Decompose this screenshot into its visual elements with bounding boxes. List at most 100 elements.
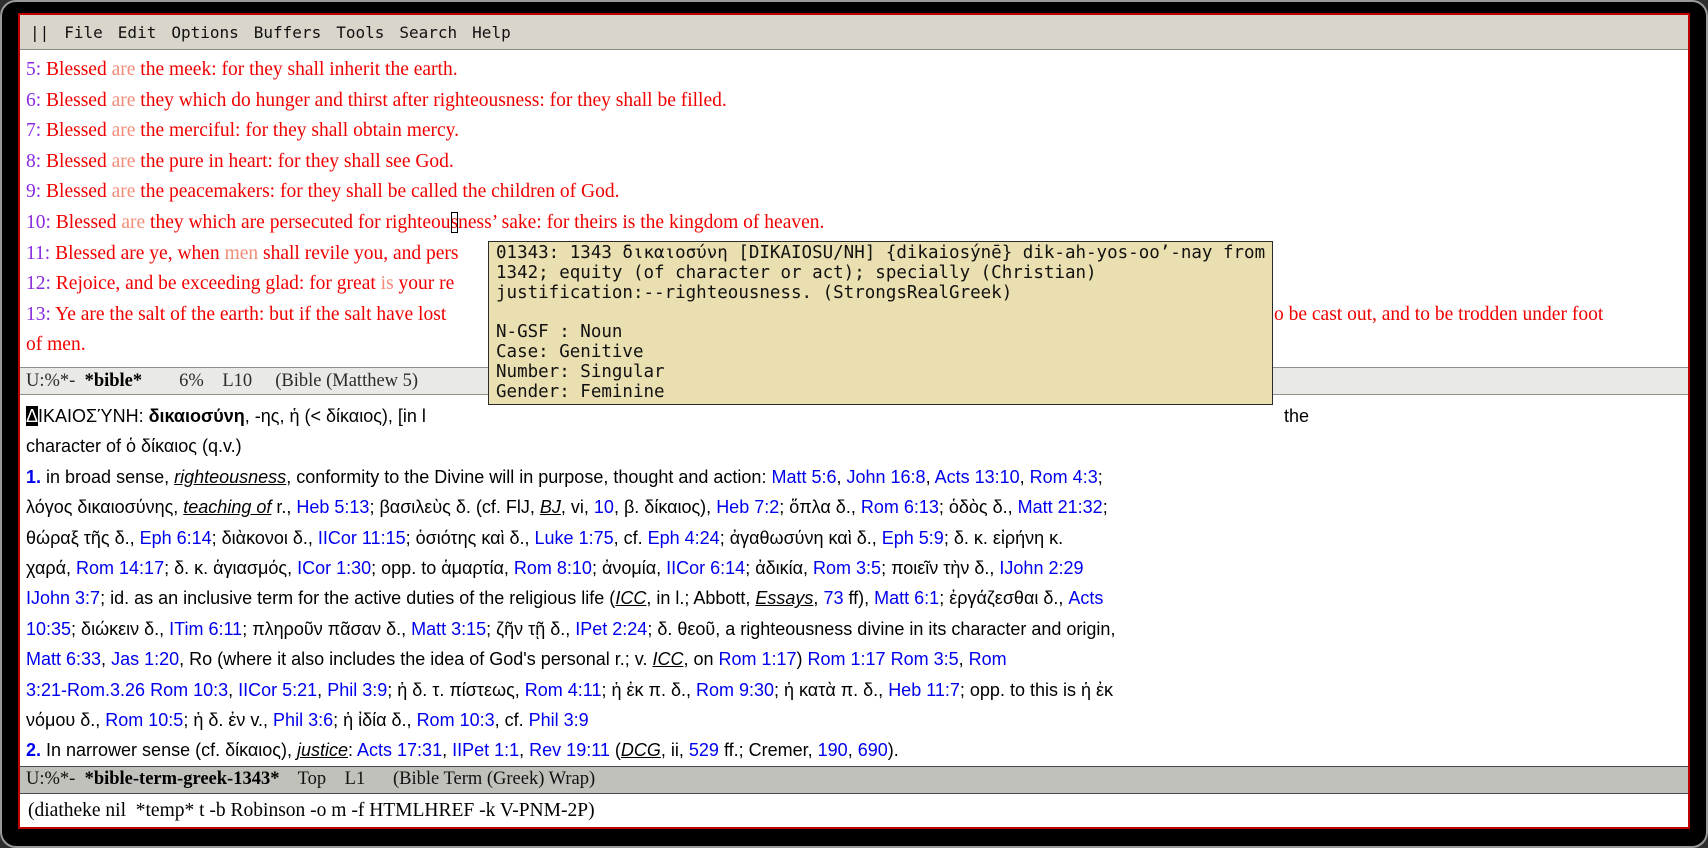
bible-ref-link[interactable]: Luke 1:75 — [535, 528, 614, 548]
bible-ref-link[interactable]: IJohn 3:7 — [26, 588, 100, 608]
text-segment: Top L1 (Bible Term (Greek) Wrap) — [279, 769, 595, 789]
bible-ref-link[interactable]: Rom 1:17 — [718, 649, 796, 669]
bible-ref-link[interactable]: 3:21-Rom.3.26 Rom 10:3 — [26, 680, 228, 700]
text-segment: shall revile you, and pers — [258, 243, 458, 264]
bible-ref-link[interactable]: IICor 6:14 — [666, 558, 745, 578]
greek-lexicon-buffer[interactable]: ΔΙΚΑΙΟΣΎΝΗ: δικαιοσύνη, -ης, ἡ (< δίκαιο… — [20, 395, 1688, 766]
bible-ref-link[interactable]: 73 — [823, 588, 843, 608]
text-segment: 2. — [26, 740, 41, 760]
lexicon-line: 10:35; διώκειν δ., ITim 6:11; πληροῦν πᾶ… — [26, 614, 1688, 644]
text-segment: ; ὁσιότης καὶ δ., — [406, 528, 535, 548]
lexicon-line: λόγος δικαιοσύνης, teaching of r., Heb 5… — [26, 492, 1688, 522]
text-segment: teaching of — [183, 497, 271, 517]
text-segment: 12: — [26, 273, 51, 294]
text-segment: Essays — [755, 588, 813, 608]
text-segment: the — [1284, 401, 1309, 431]
mode-line-text: U:%*- *bible* 6% L10 (Bible (Matthew 5) — [26, 371, 423, 392]
bible-ref-link[interactable]: Rom 6:13 — [861, 497, 939, 517]
text-segment: is — [381, 273, 394, 294]
text-segment: ( — [610, 740, 621, 760]
bible-ref-link[interactable]: Rom 14:17 — [76, 558, 164, 578]
bible-ref-link[interactable]: Rom 3:5 — [813, 558, 881, 578]
text-segment: ; id. as an inclusive term for the activ… — [100, 588, 615, 608]
bible-ref-link[interactable]: Acts 17:31 — [357, 740, 442, 760]
menu-item-file[interactable]: File — [64, 23, 103, 42]
bible-ref-link[interactable]: Heb 7:2 — [716, 497, 779, 517]
text-segment: ness’ sake: for theirs is the kingdom of… — [458, 212, 824, 233]
bible-ref-link[interactable]: 190 — [818, 740, 848, 760]
bible-ref-link[interactable]: Rom 8:10 — [514, 558, 592, 578]
bible-ref-link[interactable]: Rom 4:3 — [1030, 467, 1098, 487]
bible-ref-link[interactable]: Heb 11:7 — [888, 680, 960, 700]
text-segment: are — [112, 59, 136, 80]
text-segment: , on — [683, 649, 718, 669]
menu-item-buffers[interactable]: Buffers — [254, 23, 321, 42]
lexicon-line: ΔΙΚΑΙΟΣΎΝΗ: δικαιοσύνη, -ης, ἡ (< δίκαιο… — [26, 401, 1688, 431]
bible-ref-link[interactable]: Matt 21:32 — [1018, 497, 1103, 517]
text-segment: , cf. — [495, 710, 529, 730]
bible-ref-link[interactable]: Matt 6:1 — [874, 588, 939, 608]
bible-ref-link[interactable]: ICor 1:30 — [297, 558, 371, 578]
text-segment: 5: — [26, 59, 41, 80]
bible-ref-link[interactable]: Rev 19:11 — [529, 740, 610, 760]
bible-ref-link[interactable]: 10:35 — [26, 619, 71, 639]
bible-ref-link[interactable]: Acts — [1068, 588, 1103, 608]
lexicon-line: character of ὁ δίκαιος (q.v.) — [26, 431, 1688, 461]
bible-ref-link[interactable]: Rom 10:5 — [105, 710, 183, 730]
bible-ref-link[interactable]: Heb 5:13 — [296, 497, 369, 517]
bible-ref-link[interactable]: 529 — [689, 740, 719, 760]
bible-ref-link[interactable]: ITim 6:11 — [169, 619, 242, 639]
text-segment: are — [112, 90, 136, 111]
bible-ref-link[interactable]: Phil 3:6 — [273, 710, 333, 730]
bible-ref-link[interactable]: Jas 1:20 — [111, 649, 179, 669]
bible-ref-link[interactable]: Phil 3:9 — [327, 680, 387, 700]
bible-verse-line: 5: Blessed are the meek: for they shall … — [26, 55, 1688, 86]
text-segment: 1. — [26, 467, 41, 487]
menu-item-search[interactable]: Search — [399, 23, 457, 42]
minibuffer[interactable]: (diatheke nil *temp* t -b Robinson -o m … — [20, 794, 1688, 828]
text-segment: ; opp. to ἁμαρτία, — [371, 558, 514, 578]
tooltip-line: 01343: 1343 δικαιοσύνη [DIKAIOSU/NH] {di… — [496, 244, 1265, 264]
menu-item-help[interactable]: Help — [472, 23, 511, 42]
text-segment: are — [112, 181, 136, 202]
text-segment: your re — [394, 273, 455, 294]
text-segment: , ii, — [661, 740, 689, 760]
bible-ref-link[interactable]: Matt 5:6 — [771, 467, 836, 487]
bible-ref-link[interactable]: Acts 13:10 — [935, 467, 1020, 487]
text-segment: , Ro (where it also includes the idea of… — [179, 649, 652, 669]
bible-ref-link[interactable]: 10 — [594, 497, 614, 517]
bible-ref-link[interactable]: 690 — [858, 740, 888, 760]
bible-ref-link[interactable]: Rom 10:3 — [417, 710, 495, 730]
text-segment: are — [112, 120, 136, 141]
text-segment: 8: — [26, 151, 41, 172]
menu-item-edit[interactable]: Edit — [118, 23, 157, 42]
text-segment: λόγος δικαιοσύνης, — [26, 497, 183, 517]
bible-ref-link[interactable]: IIPet 1:1 — [452, 740, 519, 760]
bible-ref-link[interactable]: Rom 1:17 Rom 3:5 — [808, 649, 959, 669]
bible-ref-link[interactable]: John 16:8 — [847, 467, 926, 487]
text-segment: 10: — [26, 212, 51, 233]
bible-ref-link[interactable]: Phil 3:9 — [529, 710, 589, 730]
bible-ref-link[interactable]: Rom — [969, 649, 1007, 669]
text-segment: justice — [297, 740, 348, 760]
text-segment: νόμου δ., — [26, 710, 105, 730]
bible-ref-link[interactable]: Eph 4:24 — [648, 528, 720, 548]
menu-item-tools[interactable]: Tools — [336, 23, 384, 42]
bible-ref-link[interactable]: Eph 5:9 — [882, 528, 944, 548]
text-segment: 6: — [26, 90, 41, 111]
bible-ref-link[interactable]: IICor 5:21 — [238, 680, 317, 700]
text-segment: they which do hunger and thirst after ri… — [135, 90, 726, 111]
bible-ref-link[interactable]: Rom 9:30 — [696, 680, 774, 700]
bible-ref-link[interactable]: IPet 2:24 — [575, 619, 647, 639]
text-segment: 13: — [26, 304, 51, 325]
text-segment: ICC — [652, 649, 683, 669]
bible-ref-link[interactable]: Matt 6:33 — [26, 649, 101, 669]
menu-item-options[interactable]: Options — [171, 23, 238, 42]
bible-ref-link[interactable]: IICor 11:15 — [318, 528, 406, 548]
bible-ref-link[interactable]: Rom 4:11 — [525, 680, 602, 700]
bible-ref-link[interactable]: Eph 6:14 — [140, 528, 212, 548]
text-segment: Blessed are ye, when — [50, 243, 224, 264]
tooltip-line: justification:--righteousness. (StrongsR… — [496, 284, 1265, 304]
bible-ref-link[interactable]: IJohn 2:29 — [999, 558, 1083, 578]
bible-ref-link[interactable]: Matt 3:15 — [411, 619, 486, 639]
